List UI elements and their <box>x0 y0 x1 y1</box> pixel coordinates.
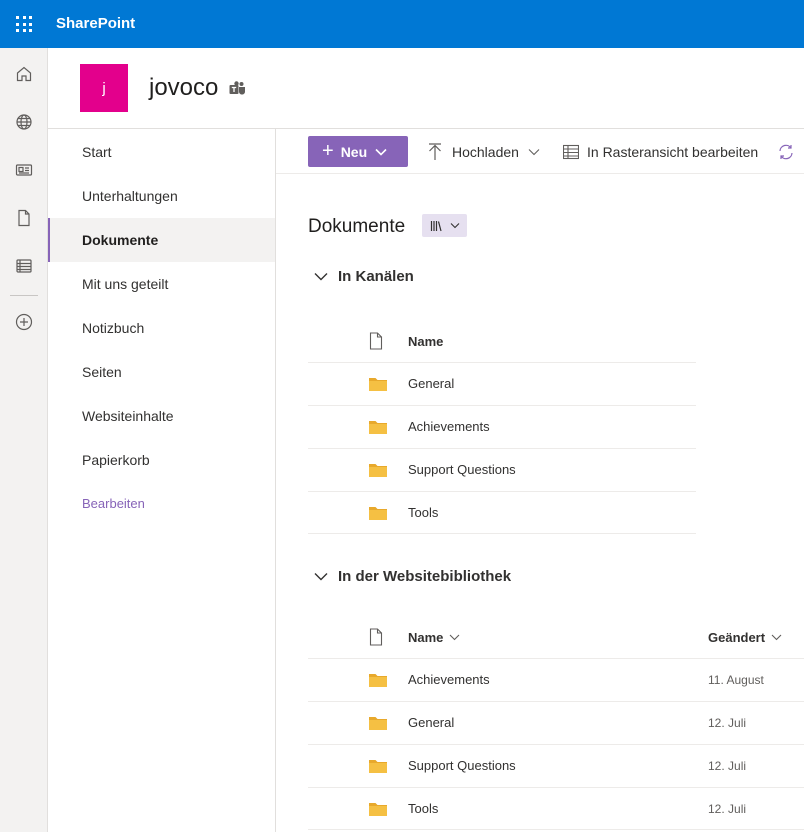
chevron-down-icon <box>314 572 328 580</box>
chevron-down-icon <box>771 634 782 640</box>
new-button-label: Neu <box>340 143 368 160</box>
item-name[interactable]: Tools <box>408 492 438 534</box>
item-modified: 12. Juli <box>708 716 747 730</box>
site-logo-letter: j <box>102 79 106 97</box>
section-header-in-der-websitebibliothek[interactable]: In der Websitebibliothek <box>314 564 511 588</box>
nav-item-unterhaltungen[interactable]: Unterhaltungen <box>48 174 275 218</box>
item-name[interactable]: Support Questions <box>408 745 516 787</box>
table-row[interactable]: Support Questions 12. Juli <box>308 744 804 787</box>
column-header-modified[interactable]: Geändert <box>708 630 782 645</box>
site-header: j jovoco <box>48 48 804 129</box>
rail-home-button[interactable] <box>0 50 48 98</box>
waffle-icon <box>16 16 32 32</box>
table-row[interactable]: Achievements <box>308 405 696 448</box>
table-row[interactable]: Support Questions <box>308 448 696 491</box>
command-bar: + Neu Hochladen In Rasteransicht bearbei… <box>276 129 804 174</box>
news-icon <box>15 164 33 176</box>
item-name[interactable]: Support Questions <box>408 449 516 491</box>
suite-bar: SharePoint <box>0 0 804 48</box>
item-name[interactable]: Achievements <box>408 659 490 701</box>
site-title[interactable]: jovoco <box>149 74 218 102</box>
nav-item-dokumente[interactable]: Dokumente <box>48 218 275 262</box>
table-row[interactable]: Tools <box>308 491 696 534</box>
grid-icon <box>563 144 579 159</box>
table-row[interactable]: Achievements 11. August <box>308 658 804 701</box>
folder-icon <box>368 745 388 787</box>
chevron-down-icon <box>450 223 459 229</box>
file-type-icon <box>369 628 383 646</box>
sync-icon <box>779 144 793 159</box>
column-header-row: Name Geändert <box>308 616 804 658</box>
column-header-name[interactable]: Name <box>408 334 443 349</box>
document-library: Dokumente In Kanälen Name General Achiev… <box>276 174 804 832</box>
folder-icon <box>368 702 388 744</box>
rail-create-button[interactable] <box>0 298 48 346</box>
folder-icon <box>368 363 388 405</box>
chevron-down-icon <box>375 148 387 156</box>
nav-edit-link[interactable]: Bearbeiten <box>48 482 275 526</box>
nav-item-start[interactable]: Start <box>48 130 275 174</box>
table-row[interactable]: General 12. Juli <box>308 701 804 744</box>
item-modified: 12. Juli <box>708 802 747 816</box>
column-header-name-label: Name <box>408 629 444 645</box>
add-circle-icon <box>15 313 33 331</box>
rail-news-button[interactable] <box>0 146 48 194</box>
app-launcher-button[interactable] <box>0 0 48 48</box>
folder-icon <box>368 406 388 448</box>
item-modified: 11. August <box>708 673 764 687</box>
item-modified: 12. Juli <box>708 759 747 773</box>
app-name-link[interactable]: SharePoint <box>56 0 135 48</box>
library-icon <box>430 220 442 231</box>
globe-icon <box>16 114 32 130</box>
folder-icon <box>368 449 388 491</box>
folder-icon <box>368 788 388 830</box>
table-row[interactable]: Tools 12. Juli <box>308 787 804 830</box>
plus-icon: + <box>322 139 334 162</box>
chevron-down-icon <box>528 148 540 155</box>
site-navigation: Start Unterhaltungen Dokumente Mit uns g… <box>48 129 276 832</box>
teams-icon <box>229 81 245 95</box>
table-row[interactable]: General <box>308 362 696 405</box>
chevron-down-icon <box>450 634 460 640</box>
chevron-down-icon <box>314 272 328 280</box>
section-title: In der Websitebibliothek <box>338 567 512 585</box>
document-icon <box>18 209 30 227</box>
grid-view-button-label: In Rasteransicht bearbeiten <box>587 143 759 160</box>
section-title: In Kanälen <box>338 267 414 285</box>
rail-lists-button[interactable] <box>0 242 48 290</box>
new-button[interactable]: + Neu <box>308 136 408 167</box>
home-icon <box>16 66 32 82</box>
item-name[interactable]: Achievements <box>408 406 490 448</box>
rail-files-button[interactable] <box>0 194 48 242</box>
folder-icon <box>368 492 388 534</box>
library-view-button[interactable] <box>422 214 467 237</box>
upload-icon <box>429 142 441 160</box>
item-name[interactable]: General <box>408 363 454 405</box>
nav-item-websiteinhalte[interactable]: Websiteinhalte <box>48 394 275 438</box>
upload-button[interactable]: Hochladen <box>428 136 540 167</box>
item-name[interactable]: General <box>408 702 454 744</box>
library-title: Dokumente <box>308 216 406 237</box>
rail-divider <box>10 295 38 296</box>
column-header-row: Name <box>308 320 804 362</box>
folder-icon <box>368 659 388 701</box>
section-header-in-kanaelen[interactable]: In Kanälen <box>314 264 414 288</box>
site-logo[interactable]: j <box>80 64 128 112</box>
app-rail <box>0 48 48 832</box>
column-header-name[interactable]: Name <box>408 630 460 645</box>
upload-button-label: Hochladen <box>452 143 519 160</box>
nav-item-papierkorb[interactable]: Papierkorb <box>48 438 275 482</box>
rail-sites-button[interactable] <box>0 98 48 146</box>
nav-item-notizbuch[interactable]: Notizbuch <box>48 306 275 350</box>
sync-button[interactable] <box>777 136 795 167</box>
lists-icon <box>16 259 32 273</box>
nav-item-mit-uns-geteilt[interactable]: Mit uns geteilt <box>48 262 275 306</box>
file-type-icon <box>369 332 383 350</box>
column-header-modified-label: Geändert <box>708 629 766 645</box>
grid-view-button[interactable]: In Rasteransicht bearbeiten <box>563 136 758 167</box>
item-name[interactable]: Tools <box>408 788 438 830</box>
nav-item-seiten[interactable]: Seiten <box>48 350 275 394</box>
